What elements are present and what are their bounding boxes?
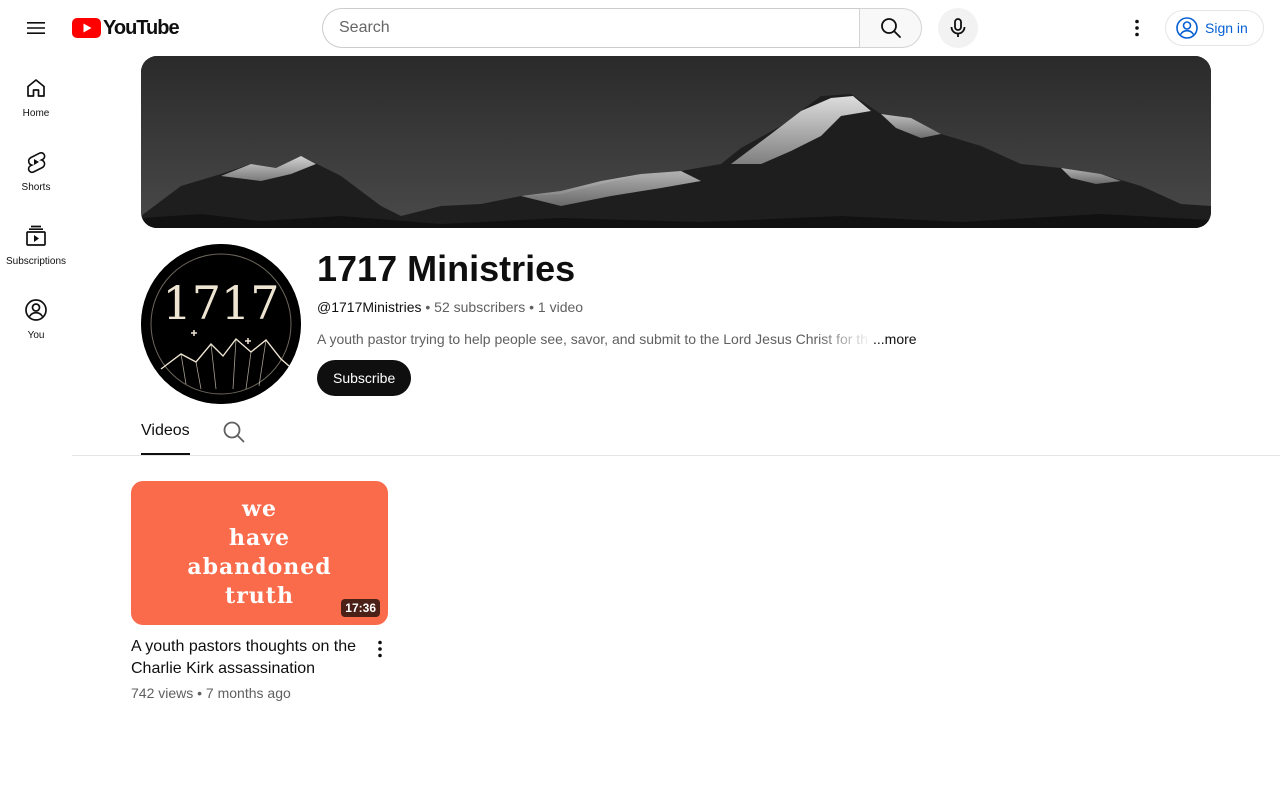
- meta-separator: •: [421, 299, 435, 315]
- guide-item-subscriptions[interactable]: Subscriptions: [4, 206, 68, 280]
- mountain-banner-image: [141, 56, 1211, 228]
- guide-item-shorts[interactable]: Shorts: [4, 132, 68, 206]
- search-input[interactable]: [322, 8, 859, 48]
- subscriptions-icon: [26, 225, 46, 246]
- microphone-icon: [950, 18, 966, 37]
- avatar-text: 1717: [162, 276, 279, 330]
- video-title[interactable]: A youth pastors thoughts on the Charlie …: [131, 636, 367, 680]
- channel-search-button[interactable]: [222, 420, 246, 444]
- tab-videos[interactable]: Videos: [141, 410, 190, 455]
- account-circle-icon: [1176, 17, 1198, 39]
- video-duration-badge: 17:36: [341, 599, 380, 617]
- guide-item-label: Subscriptions: [5, 256, 67, 267]
- search-icon: [223, 421, 245, 443]
- search-icon: [880, 18, 901, 38]
- hamburger-menu-icon: [27, 22, 45, 34]
- channel-name: 1717 Ministries: [317, 248, 576, 289]
- youtube-logo[interactable]: YouTube: [72, 16, 180, 39]
- youtube-play-icon: [72, 18, 101, 38]
- description-text: A youth pastor trying to help people see…: [317, 331, 868, 347]
- channel-logo-image: 1717: [141, 244, 301, 404]
- subscriber-count: 52 subscribers: [434, 299, 526, 315]
- guide-item-label: Home: [22, 108, 50, 119]
- meta-separator: •: [525, 299, 538, 315]
- home-icon: [27, 79, 45, 97]
- guide-item-you[interactable]: You: [4, 280, 68, 354]
- account-icon: [25, 299, 47, 321]
- search-bar: [322, 8, 922, 48]
- settings-more-button[interactable]: [1117, 8, 1157, 48]
- thumbnail-line: we: [242, 496, 277, 522]
- more-vertical-icon: [378, 640, 382, 658]
- thumbnail-line: have: [228, 525, 290, 551]
- guide-menu-button[interactable]: [16, 8, 56, 48]
- video-thumbnail[interactable]: we have abandoned truth 17:36: [131, 481, 388, 625]
- shorts-icon: [27, 151, 46, 174]
- guide-item-home[interactable]: Home: [4, 58, 68, 132]
- channel-tabs: Videos: [72, 410, 1280, 456]
- more-link[interactable]: ...more: [873, 330, 917, 348]
- video-action-menu-button[interactable]: [368, 637, 392, 661]
- subscribe-button[interactable]: Subscribe: [317, 360, 412, 396]
- channel-avatar: 1717: [141, 244, 301, 404]
- video-count: 1 video: [537, 299, 584, 315]
- guide-item-label: You: [27, 330, 45, 341]
- channel-metadata: @1717Ministries • 52 subscribers • 1 vid…: [317, 298, 583, 316]
- channel-description[interactable]: A youth pastor trying to help people see…: [317, 330, 917, 348]
- guide-item-label: Shorts: [21, 182, 51, 193]
- thumbnail-text: we have abandoned truth: [187, 495, 331, 611]
- channel-handle: @1717Ministries: [317, 299, 422, 315]
- search-button[interactable]: [859, 8, 922, 48]
- masthead: YouTube Sign in: [0, 0, 1280, 56]
- thumbnail-line: truth: [225, 583, 294, 609]
- logo-text: YouTube: [103, 16, 180, 39]
- sign-in-label: Sign in: [1205, 20, 1248, 36]
- channel-banner: [141, 56, 1211, 228]
- thumbnail-line: abandoned: [187, 554, 332, 580]
- sign-in-button[interactable]: Sign in: [1165, 10, 1264, 46]
- more-vertical-icon: [1135, 19, 1139, 37]
- voice-search-button[interactable]: [938, 8, 978, 48]
- video-metadata: 742 views • 7 months ago: [131, 685, 291, 701]
- video-card: we have abandoned truth 17:36 A youth pa…: [131, 481, 388, 701]
